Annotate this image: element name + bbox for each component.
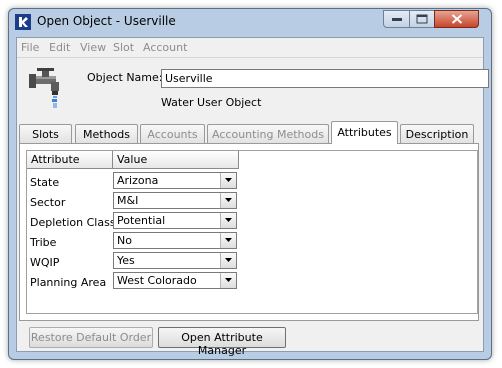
attribute-value-select[interactable]: Arizona	[113, 172, 237, 189]
attributes-table: Attribute Value State Arizona Sector M&I	[26, 150, 478, 314]
tab-accounting-methods[interactable]: Accounting Methods	[207, 124, 329, 143]
chevron-down-icon	[225, 278, 232, 282]
close-button[interactable]	[434, 10, 479, 28]
attribute-value: West Colorado	[117, 274, 197, 287]
attribute-value-select[interactable]: Yes	[113, 252, 237, 269]
object-name-label: Object Name:	[87, 71, 163, 84]
chevron-down-icon	[225, 258, 232, 262]
tab-accounts[interactable]: Accounts	[140, 124, 205, 143]
object-name-input[interactable]	[161, 69, 489, 88]
attribute-name: Depletion Class	[30, 216, 116, 229]
menu-account[interactable]: Account	[143, 41, 187, 54]
dropdown-button[interactable]	[220, 193, 236, 208]
title-bar[interactable]: Open Object - Userville	[9, 9, 491, 35]
menu-slot[interactable]: Slot	[113, 41, 134, 54]
attribute-value: No	[117, 234, 132, 247]
open-attribute-manager-button[interactable]: Open Attribute Manager	[158, 327, 286, 357]
minimize-icon	[391, 18, 402, 21]
minimize-button[interactable]	[383, 10, 410, 28]
dropdown-button[interactable]	[220, 253, 236, 268]
dropdown-button[interactable]	[220, 213, 236, 228]
attribute-value: Arizona	[117, 174, 159, 187]
column-header-value[interactable]: Value	[113, 151, 239, 169]
attribute-value-select[interactable]: M&I	[113, 192, 237, 209]
attribute-value: M&I	[117, 194, 139, 207]
tab-bar: Slots Methods Accounts Accounting Method…	[19, 121, 483, 144]
chevron-down-icon	[225, 178, 232, 182]
window-title: Open Object - Userville	[37, 14, 176, 28]
menu-bar: File Edit View Slot Account	[17, 38, 483, 56]
faucet-icon	[29, 68, 59, 108]
attribute-name: Planning Area	[30, 276, 107, 289]
tab-attributes[interactable]: Attributes	[331, 121, 398, 144]
chevron-down-icon	[225, 238, 232, 242]
maximize-button[interactable]	[409, 10, 435, 28]
menu-divider	[17, 57, 483, 58]
dropdown-button[interactable]	[220, 273, 236, 288]
open-object-window: Open Object - Userville File Edit View S…	[8, 8, 492, 360]
attribute-value: Potential	[117, 214, 166, 227]
window-content: File Edit View Slot Account Object Name:…	[16, 37, 489, 357]
attributes-panel: Attribute Value State Arizona Sector M&I	[19, 143, 479, 321]
chevron-down-icon	[225, 218, 232, 222]
attribute-value-select[interactable]: West Colorado	[113, 272, 237, 289]
object-type-label: Water User Object	[161, 96, 262, 109]
maximize-icon	[416, 14, 428, 24]
column-header-attribute[interactable]: Attribute	[27, 151, 113, 169]
attribute-name: Tribe	[30, 236, 57, 249]
attribute-value-select[interactable]: No	[113, 232, 237, 249]
dropdown-button[interactable]	[220, 233, 236, 248]
restore-default-order-button[interactable]: Restore Default Order	[29, 327, 153, 348]
menu-edit[interactable]: Edit	[49, 41, 70, 54]
attribute-name: State	[30, 176, 60, 189]
dropdown-button[interactable]	[220, 173, 236, 188]
attribute-name: WQIP	[30, 256, 60, 269]
attribute-value: Yes	[117, 254, 135, 267]
tab-slots[interactable]: Slots	[19, 124, 72, 143]
attribute-value-select[interactable]: Potential	[113, 212, 237, 229]
tab-methods[interactable]: Methods	[75, 124, 138, 143]
tab-description[interactable]: Description	[400, 124, 474, 143]
attribute-name: Sector	[30, 196, 66, 209]
menu-view[interactable]: View	[80, 41, 106, 54]
chevron-down-icon	[225, 198, 232, 202]
riverware-logo-icon	[15, 14, 31, 30]
menu-file[interactable]: File	[21, 41, 39, 54]
close-icon	[451, 14, 462, 24]
